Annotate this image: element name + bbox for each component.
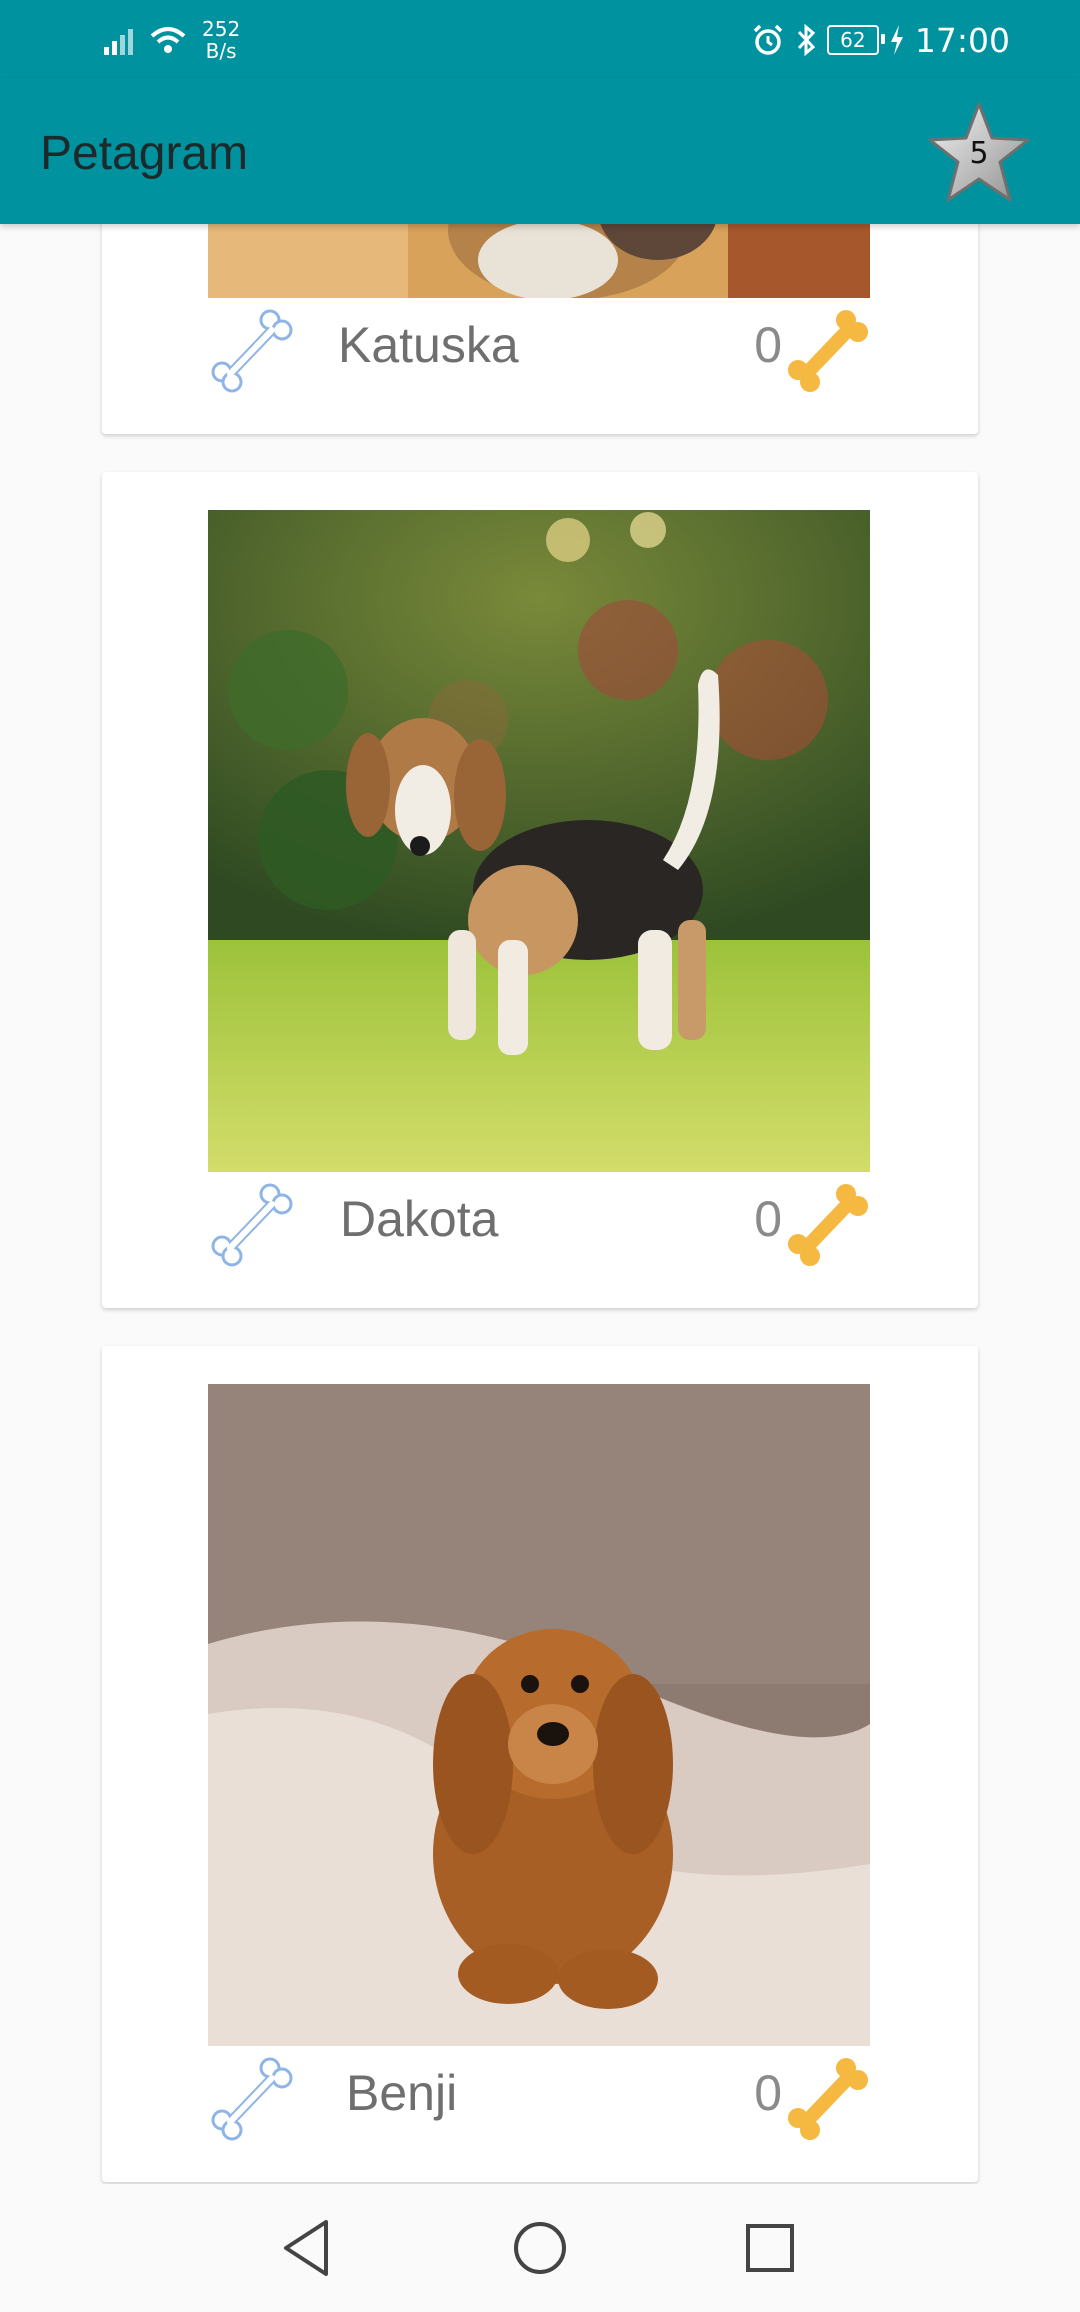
- favorites-button[interactable]: 5: [924, 100, 1034, 206]
- network-speed-unit: B/s: [205, 39, 237, 63]
- bone-outline-icon[interactable]: [208, 2054, 298, 2144]
- network-speed: 252 B/s: [202, 18, 240, 62]
- bone-gold-icon: [788, 1184, 868, 1266]
- pet-card-footer: Katuska 0: [102, 298, 978, 398]
- pet-card: Katuska 0: [102, 190, 978, 434]
- bone-outline-icon[interactable]: [208, 306, 298, 396]
- alarm-icon: [753, 24, 783, 55]
- system-nav-bar: [0, 2184, 1080, 2312]
- pet-likes-count: 0: [754, 1191, 782, 1247]
- pet-name: Katuska: [338, 317, 519, 373]
- pet-card: Benji 0: [102, 1346, 978, 2182]
- app-toolbar: Petagram 5: [0, 78, 1080, 224]
- bluetooth-icon: [797, 23, 816, 57]
- pet-photo: [208, 1384, 870, 2046]
- charging-icon: [890, 25, 903, 55]
- pet-photo: [208, 510, 870, 1172]
- clock: 17:00: [914, 20, 1010, 60]
- pet-card-footer: Benji 0: [102, 2046, 978, 2146]
- favorites-count: 5: [969, 136, 989, 171]
- bone-gold-icon: [788, 310, 868, 392]
- bone-gold-icon: [788, 2058, 868, 2140]
- status-right: 62 17:00: [751, 14, 1010, 66]
- status-bar: 252 B/s 62 17:00: [0, 0, 1080, 78]
- pet-likes-count: 0: [754, 317, 782, 373]
- pet-name: Benji: [346, 2065, 458, 2121]
- battery-level: 62: [840, 28, 866, 52]
- home-icon[interactable]: [500, 2208, 580, 2288]
- pet-name: Dakota: [340, 1191, 499, 1247]
- status-left: 252 B/s: [104, 14, 240, 66]
- battery-icon: 62: [826, 25, 885, 55]
- back-icon[interactable]: [268, 2208, 348, 2288]
- pet-card: Dakota 0: [102, 472, 978, 1308]
- signal-icon: [104, 29, 133, 55]
- wifi-icon: [150, 27, 186, 53]
- network-speed-value: 252: [202, 17, 241, 41]
- app-title: Petagram: [40, 127, 249, 180]
- bone-outline-icon[interactable]: [208, 1180, 298, 1270]
- pet-card-footer: Dakota 0: [102, 1172, 978, 1272]
- pet-likes-count: 0: [754, 2065, 782, 2121]
- recents-icon[interactable]: [730, 2208, 810, 2288]
